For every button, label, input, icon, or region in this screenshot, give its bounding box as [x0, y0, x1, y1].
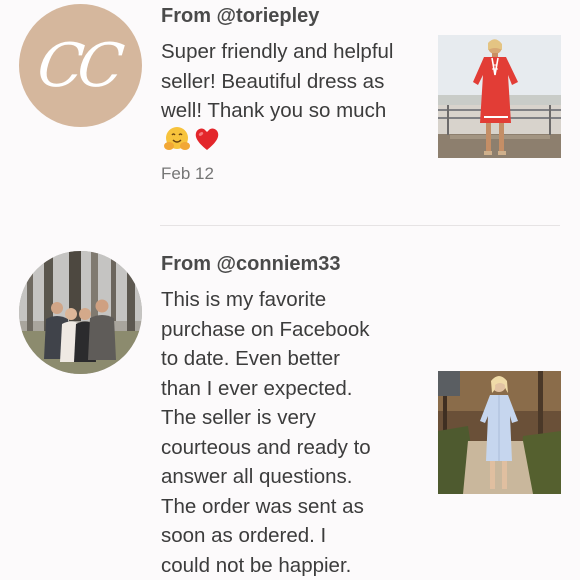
group-photo — [19, 251, 142, 374]
review-author[interactable]: From @toriepley — [161, 4, 319, 28]
review-text: Super friendly and helpful seller! Beaut… — [161, 37, 411, 155]
shirt-dress-photo — [438, 371, 561, 494]
red-dress-photo — [438, 35, 561, 158]
review-text: This is my favorite purchase on Facebook… — [161, 285, 411, 580]
review-author[interactable]: From @conniem33 — [161, 252, 341, 276]
review-photo[interactable] — [438, 35, 561, 158]
review-date: Feb 12 — [161, 164, 214, 183]
review-line: The order was sent as — [161, 494, 364, 518]
review-line: could not be happier. — [161, 553, 352, 577]
review-photo[interactable] — [438, 371, 561, 494]
review-body: Super friendly and helpful seller! Beaut… — [161, 40, 394, 122]
review-line: soon as ordered. I — [161, 524, 327, 547]
red-heart-icon — [195, 128, 219, 150]
review-line: than I ever expected. — [161, 376, 353, 400]
avatar-initials: CC — [33, 30, 122, 101]
review-item: CC From @toriepley Super friendly and he… — [0, 0, 580, 225]
review-line: answer all questions. — [161, 465, 353, 488]
review-line: to date. Even better — [161, 347, 340, 370]
reviewer-avatar[interactable]: CC — [19, 4, 142, 127]
review-line: courteous and ready to — [161, 435, 371, 459]
review-item: From @conniem33 This is my favorite purc… — [0, 226, 580, 580]
review-line: purchase on Facebook — [161, 317, 370, 341]
hugging-face-icon — [164, 126, 190, 150]
review-line: The seller is very — [161, 406, 316, 429]
reviewer-avatar[interactable] — [19, 251, 142, 374]
review-line: This is my favorite — [161, 288, 327, 311]
